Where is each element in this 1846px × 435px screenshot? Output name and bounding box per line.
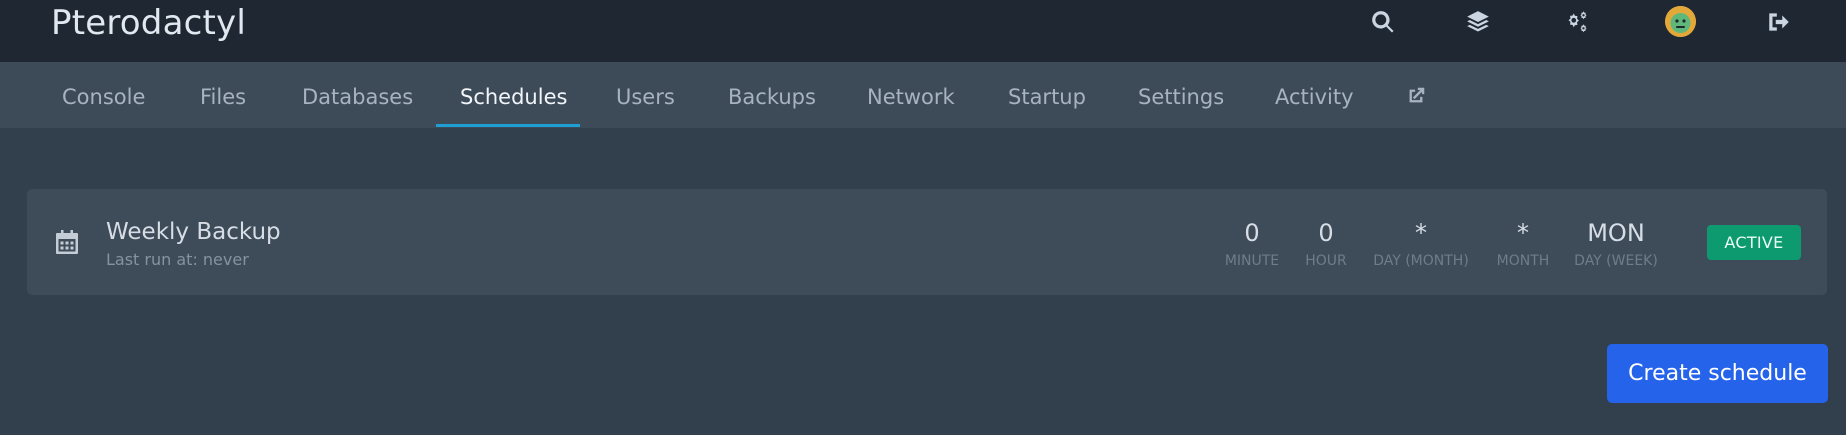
search-icon[interactable]: [1369, 8, 1397, 36]
tab-files[interactable]: Files: [200, 62, 246, 128]
cogs-icon[interactable]: [1563, 8, 1591, 36]
sign-out-icon[interactable]: [1765, 8, 1793, 36]
tab-databases[interactable]: Databases: [302, 62, 413, 128]
brand-title[interactable]: Pterodactyl: [51, 2, 246, 44]
schedule-name: Weekly Backup: [106, 219, 281, 245]
tab-users[interactable]: Users: [616, 62, 675, 128]
cron-hour: 0 HOUR: [1301, 218, 1351, 271]
cron-minute-value: 0: [1244, 219, 1260, 247]
avatar[interactable]: [1665, 6, 1696, 37]
tab-schedules[interactable]: Schedules: [460, 62, 567, 128]
cron-minute-label: MINUTE: [1224, 253, 1280, 269]
tab-backups[interactable]: Backups: [728, 62, 816, 128]
status-badge: ACTIVE: [1707, 225, 1801, 260]
cron-minute: 0 MINUTE: [1222, 218, 1282, 271]
schedule-row[interactable]: [27, 189, 1827, 295]
cron-day-month-value: *: [1415, 219, 1427, 247]
tab-settings[interactable]: Settings: [1138, 62, 1224, 128]
tab-activity[interactable]: Activity: [1275, 62, 1354, 128]
cron-day-month-label: DAY (MONTH): [1373, 253, 1469, 269]
external-link-icon[interactable]: [1405, 62, 1427, 128]
tab-startup[interactable]: Startup: [1008, 62, 1086, 128]
cron-day-month: * DAY (MONTH): [1369, 218, 1473, 271]
cron-month: * MONTH: [1492, 218, 1554, 271]
cron-day-week-label: DAY (WEEK): [1574, 253, 1658, 269]
top-bar: Pterodactyl: [0, 0, 1846, 62]
cron-hour-label: HOUR: [1305, 253, 1347, 269]
cron-month-label: MONTH: [1496, 253, 1550, 269]
calendar-icon: [56, 230, 78, 254]
schedule-last-run: Last run at: never: [106, 250, 249, 269]
layers-icon[interactable]: [1464, 8, 1492, 36]
cron-day-week: MON DAY (WEEK): [1572, 218, 1660, 271]
tab-console[interactable]: Console: [62, 62, 145, 128]
server-nav: Console Files Databases Schedules Users …: [0, 62, 1846, 128]
cron-day-week-value: MON: [1587, 219, 1645, 247]
tab-network[interactable]: Network: [867, 62, 955, 128]
active-tab-indicator: [436, 124, 580, 127]
cron-hour-value: 0: [1318, 219, 1334, 247]
cron-month-value: *: [1517, 219, 1529, 247]
create-schedule-button[interactable]: Create schedule: [1607, 344, 1828, 403]
